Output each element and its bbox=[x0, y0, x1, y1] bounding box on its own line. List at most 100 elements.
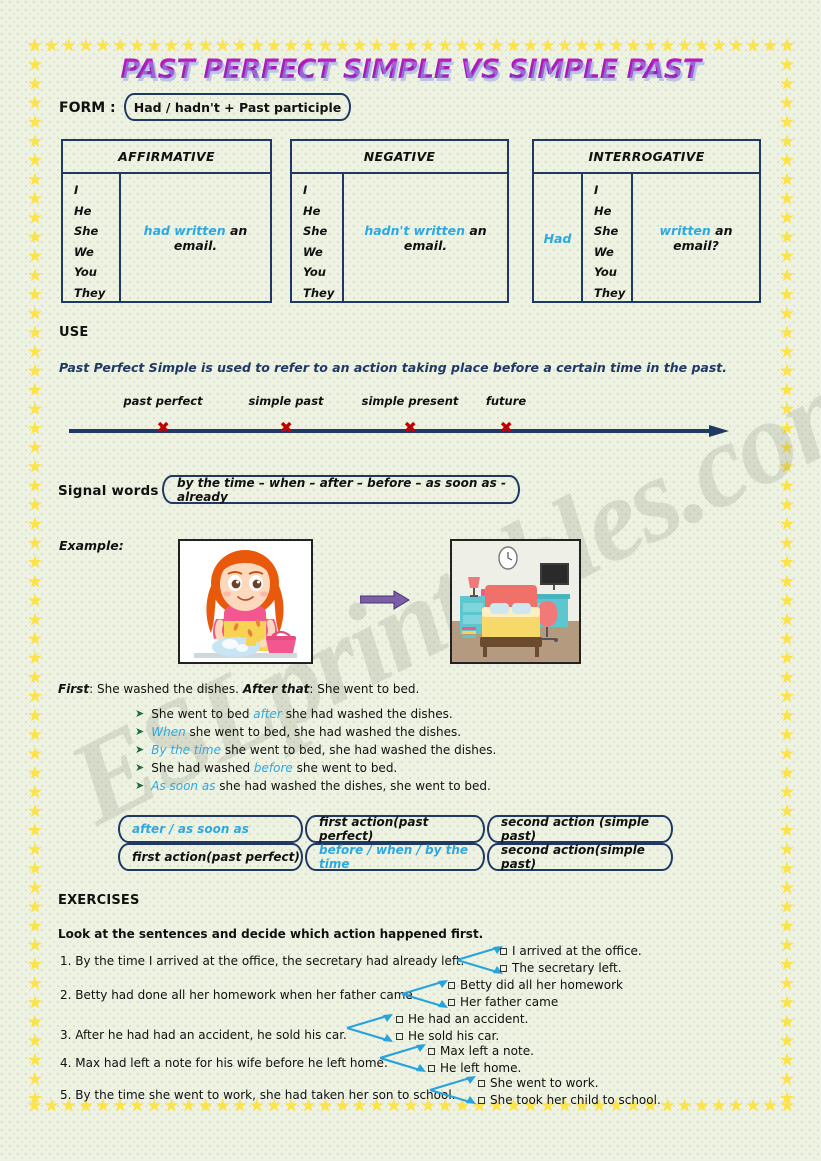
sentence-highlight: written bbox=[659, 223, 711, 238]
exercise-3-sentence: 3. After he had had an accident, he sold… bbox=[60, 1028, 347, 1042]
order-box-text: second action(simple past) bbox=[501, 843, 645, 871]
option-label: Max left a note. bbox=[440, 1044, 534, 1058]
picture-bedroom bbox=[450, 539, 581, 664]
order-box-row1-cell1: after / as soon as bbox=[118, 815, 303, 843]
table-interrogative-pronouns: I He She We You They bbox=[581, 174, 631, 302]
exercise-2-option-2[interactable]: Her father came bbox=[448, 995, 558, 1009]
option-label: Betty did all her homework bbox=[460, 978, 623, 992]
timeline-markers: ✖ ✖ ✖ ✖ bbox=[69, 418, 729, 439]
exercise-4-option-2[interactable]: He left home. bbox=[428, 1061, 521, 1075]
pronoun: She bbox=[303, 224, 328, 238]
signal-words-text: by the time – when – after – before – as… bbox=[177, 475, 506, 504]
option-label: I arrived at the office. bbox=[512, 944, 642, 958]
use-statement: Past Perfect Simple is used to refer to … bbox=[59, 360, 728, 375]
checkbox[interactable] bbox=[448, 981, 455, 989]
pronoun: She bbox=[594, 224, 619, 238]
pronoun: I bbox=[594, 183, 599, 197]
order-box-text: first action(past perfect) bbox=[132, 850, 300, 864]
exercise-3-option-1[interactable]: He had an accident. bbox=[396, 1012, 528, 1026]
bullet-post: she went to bed, she had washed the dish… bbox=[185, 725, 462, 739]
picture-girl-washing-dishes bbox=[178, 539, 313, 664]
checkbox[interactable] bbox=[428, 1064, 435, 1072]
order-box-text: after / as soon as bbox=[132, 822, 249, 836]
table-affirmative-header: AFFIRMATIVE bbox=[63, 141, 270, 174]
worksheet-page: ESLprintables.com PAST PERFECT SIMPLE VS… bbox=[0, 0, 821, 1161]
table-affirmative-pronouns: I He She We You They bbox=[63, 174, 119, 302]
list-item: ➤ She had washed before she went to bed. bbox=[135, 760, 595, 777]
exercise-2-option-1[interactable]: Betty did all her homework bbox=[448, 978, 623, 992]
checkbox[interactable] bbox=[428, 1047, 435, 1055]
exercises-instruction: Look at the sentences and decide which a… bbox=[58, 927, 484, 941]
example-sequence-line: First: She washed the dishes. After that… bbox=[58, 682, 419, 696]
timeline-labels: past perfect simple past simple present … bbox=[88, 394, 728, 410]
table-negative: NEGATIVE I He She We You They hadn't wri… bbox=[290, 139, 509, 303]
pronoun: You bbox=[594, 265, 617, 279]
order-box-row2-cell3: second action(simple past) bbox=[487, 843, 673, 871]
checkbox[interactable] bbox=[396, 1032, 403, 1040]
order-box-text: before / when / by the time bbox=[319, 843, 469, 871]
arrow-bullet-icon: ➤ bbox=[135, 779, 145, 792]
option-label: She took her child to school. bbox=[490, 1093, 661, 1107]
exercise-5-sentence: 5. By the time she went to work, she had… bbox=[60, 1088, 456, 1102]
bullet-post: she went to bed, she had washed the dish… bbox=[221, 743, 497, 757]
checkbox[interactable] bbox=[500, 964, 507, 972]
pronoun: You bbox=[74, 265, 97, 279]
checkbox[interactable] bbox=[448, 998, 455, 1006]
signal-words-box: by the time – when – after – before – as… bbox=[162, 475, 520, 504]
order-box-row1-cell3: second action (simple past) bbox=[487, 815, 673, 843]
exercise-5-option-2[interactable]: She took her child to school. bbox=[478, 1093, 661, 1107]
timeline-x-mark: ✖ bbox=[499, 418, 513, 437]
arrow-bullet-icon: ➤ bbox=[135, 707, 145, 720]
table-affirmative-sentence: had written an email. bbox=[119, 174, 270, 302]
checkbox[interactable] bbox=[396, 1015, 403, 1023]
table-interrogative-sentence: written an email? bbox=[631, 174, 759, 302]
bullet-keyword: after bbox=[253, 707, 282, 721]
bullet-keyword: When bbox=[151, 725, 186, 739]
sentence-highlight: had written bbox=[143, 223, 226, 238]
timeline-label: future bbox=[485, 394, 527, 408]
exercise-1-option-2[interactable]: The secretary left. bbox=[500, 961, 622, 975]
exercise-3-arrows bbox=[345, 1012, 397, 1044]
after-text: : She went to bed. bbox=[309, 682, 420, 696]
option-label: He had an accident. bbox=[408, 1012, 529, 1026]
bullet-pre: She had washed bbox=[151, 761, 254, 775]
exercise-1-option-1[interactable]: I arrived at the office. bbox=[500, 944, 642, 958]
checkbox[interactable] bbox=[500, 947, 507, 955]
pronoun: They bbox=[74, 285, 106, 300]
example-label: Example: bbox=[59, 538, 124, 553]
order-box-text: second action (simple past) bbox=[501, 815, 650, 843]
bullet-pre: She went to bed bbox=[151, 707, 254, 721]
table-interrogative: INTERROGATIVE Had I He She We You They w… bbox=[532, 139, 761, 303]
pronoun: She bbox=[74, 224, 99, 238]
bullet-post: she had washed the dishes, she went to b… bbox=[215, 779, 491, 793]
first-label: First bbox=[58, 682, 90, 696]
table-affirmative: AFFIRMATIVE I He She We You They had wri… bbox=[61, 139, 272, 303]
pronoun: He bbox=[303, 203, 321, 218]
bullet-post: she had washed the dishes. bbox=[281, 707, 453, 721]
timeline-label: simple present bbox=[361, 394, 459, 408]
exercise-4-arrows bbox=[378, 1042, 430, 1074]
sentence-highlight: hadn't written bbox=[364, 223, 465, 238]
use-heading: USE bbox=[59, 325, 89, 340]
list-item: ➤ When she went to bed, she had washed t… bbox=[135, 724, 595, 741]
table-negative-pronouns: I He She We You They bbox=[292, 174, 342, 302]
exercise-4-sentence: 4. Max had left a note for his wife befo… bbox=[60, 1056, 388, 1070]
pronoun: They bbox=[303, 285, 335, 300]
page-title: PAST PERFECT SIMPLE VS SIMPLE PAST bbox=[0, 54, 821, 85]
exercise-5-option-1[interactable]: She went to work. bbox=[478, 1076, 598, 1090]
exercise-2-arrows bbox=[400, 978, 452, 1010]
pronoun: He bbox=[594, 203, 612, 218]
aux-word: Had bbox=[543, 230, 572, 246]
exercise-4-option-1[interactable]: Max left a note. bbox=[428, 1044, 534, 1058]
exercise-5-arrows bbox=[428, 1074, 480, 1106]
exercises-heading: EXERCISES bbox=[58, 893, 140, 908]
checkbox[interactable] bbox=[478, 1079, 485, 1087]
form-label: FORM : bbox=[59, 100, 116, 116]
timeline-x-mark: ✖ bbox=[156, 418, 170, 437]
order-box-text: first action(past perfect) bbox=[319, 815, 429, 843]
checkbox[interactable] bbox=[478, 1096, 485, 1104]
order-box-row2-cell2: before / when / by the time bbox=[305, 843, 485, 871]
exercise-3-option-2[interactable]: He sold his car. bbox=[396, 1029, 499, 1043]
table-negative-sentence: hadn't written an email. bbox=[342, 174, 507, 302]
order-box-row2-cell1: first action(past perfect) bbox=[118, 843, 303, 871]
